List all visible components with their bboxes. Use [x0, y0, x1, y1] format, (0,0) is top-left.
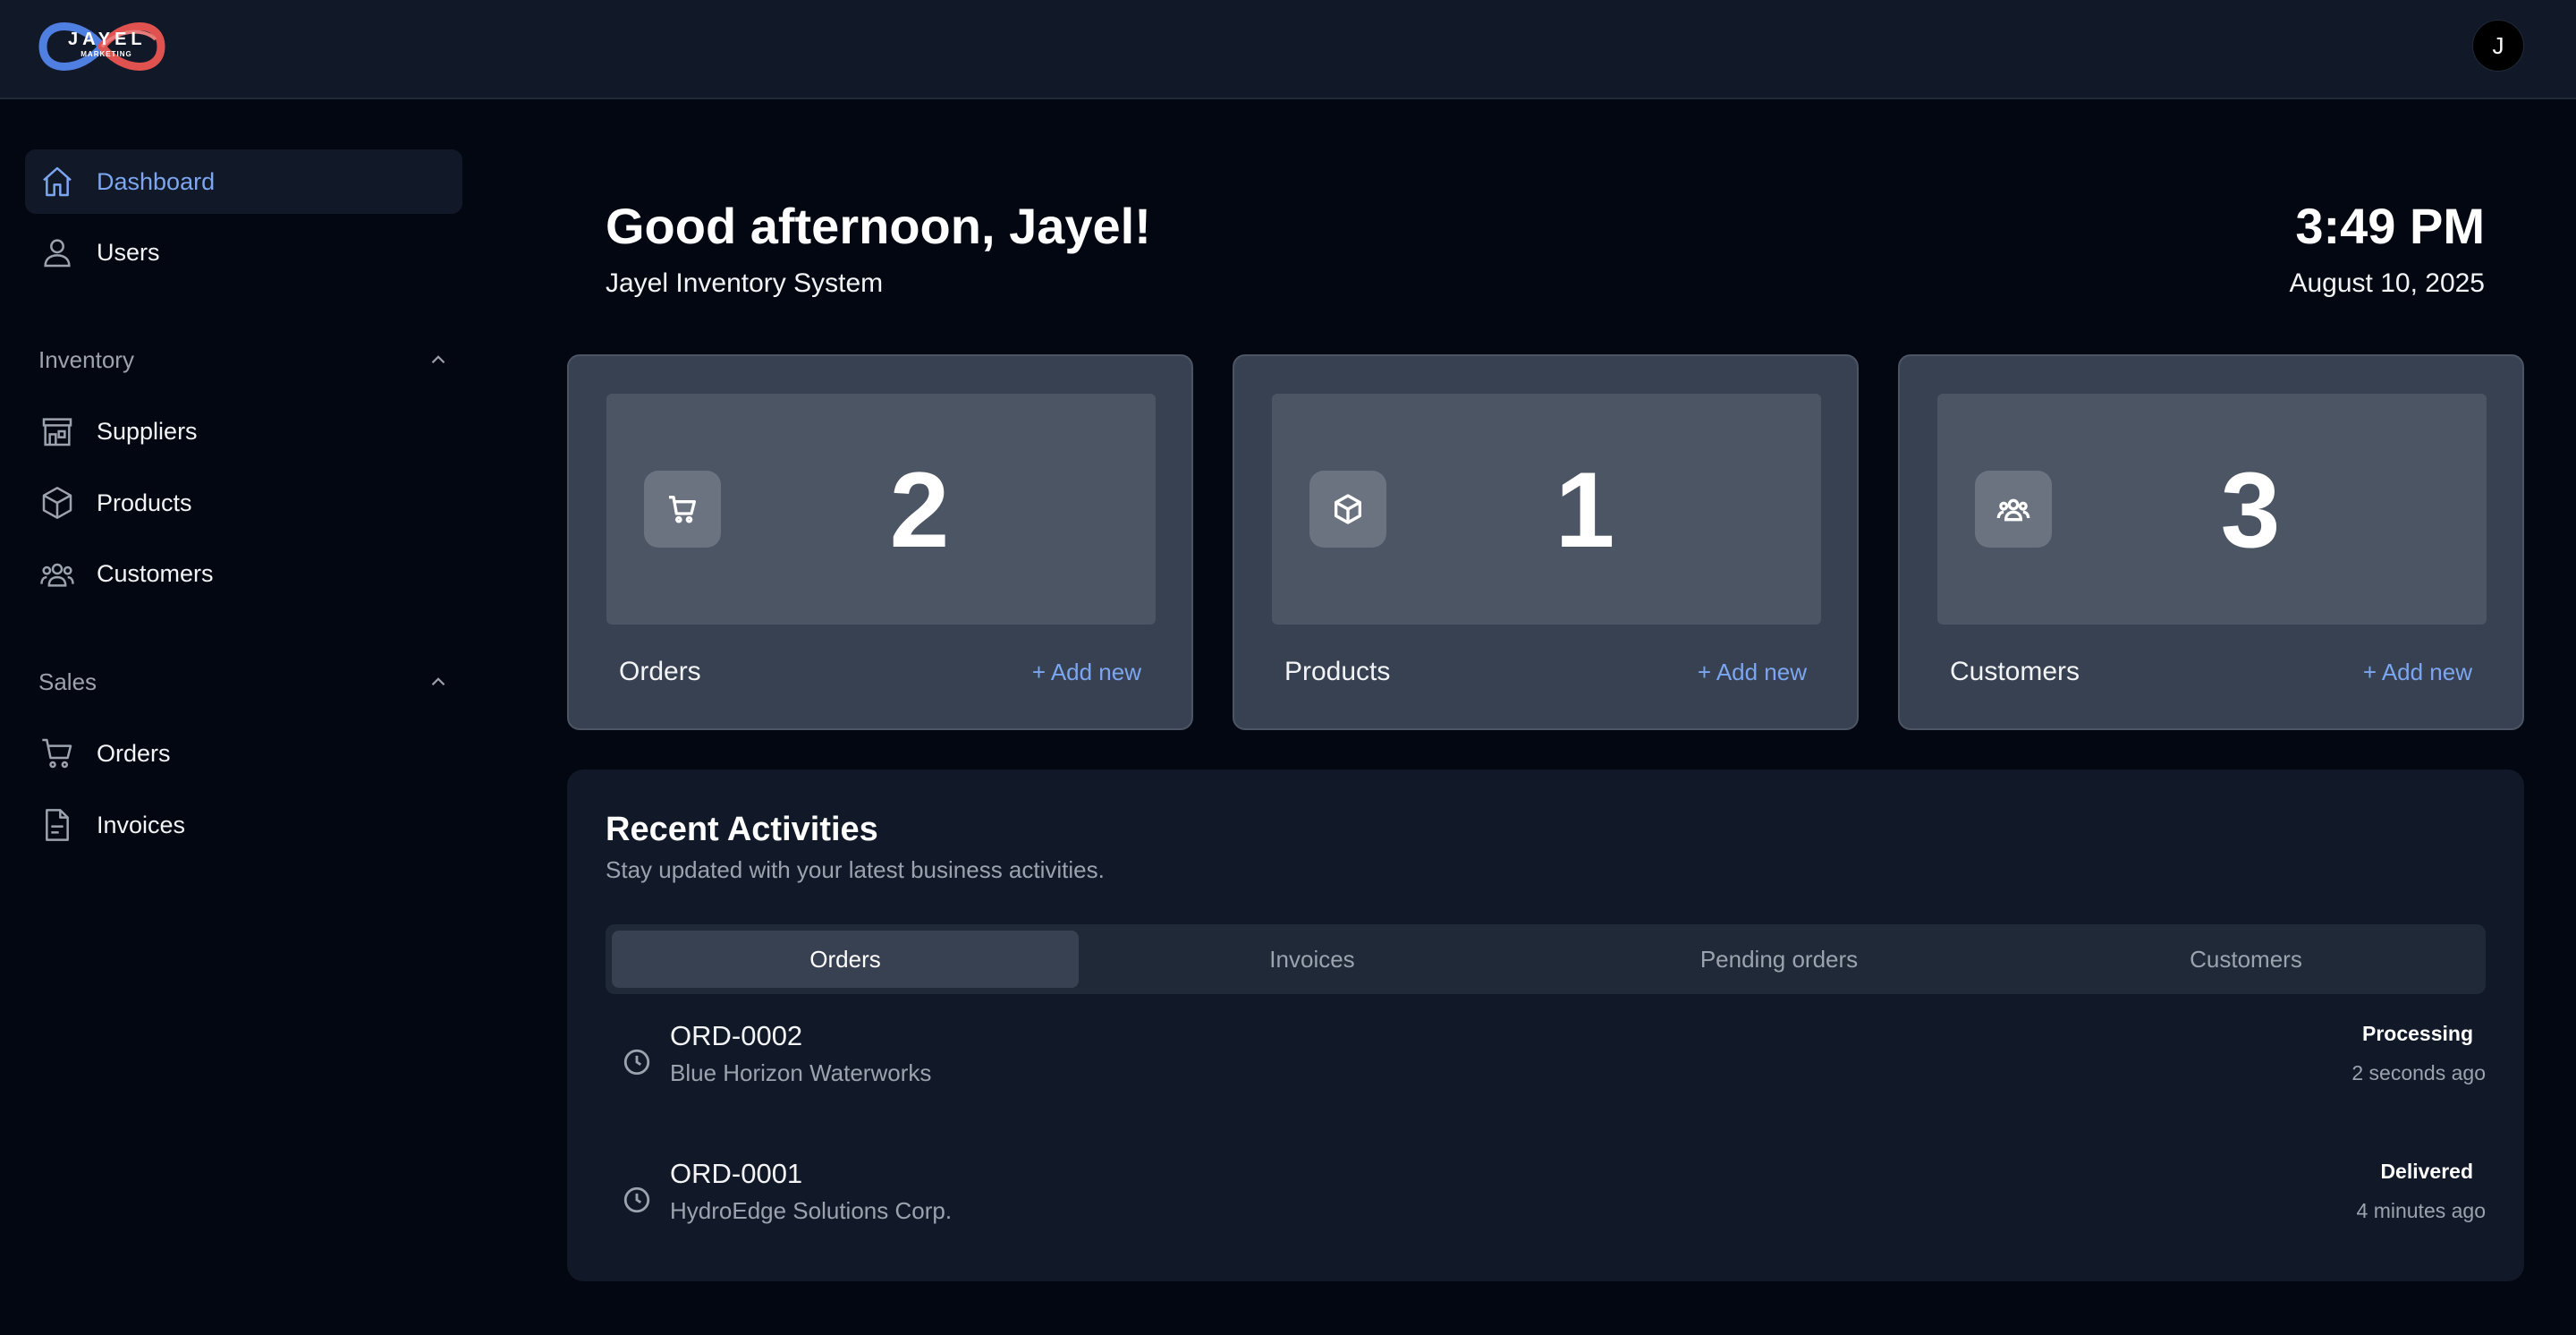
file-icon	[39, 807, 75, 843]
store-icon	[39, 413, 75, 449]
home-icon	[39, 164, 75, 200]
sidebar: Dashboard Users Inventory Suppliers Prod…	[0, 101, 487, 1335]
box-icon	[39, 485, 75, 521]
status-badge: Delivered	[2380, 1160, 2473, 1183]
sidebar-item-orders[interactable]: Orders	[25, 721, 462, 786]
top-bar: JAYEL MARKETING J	[0, 0, 2576, 99]
activity-row[interactable]: ORD-0002 Blue Horizon Waterworks Process…	[606, 1020, 2486, 1127]
section-title: Sales	[38, 668, 97, 695]
sidebar-item-label: Users	[97, 238, 160, 266]
section-toggle-sales[interactable]: Sales	[38, 664, 450, 700]
sidebar-item-customers[interactable]: Customers	[25, 541, 462, 606]
sidebar-item-label: Dashboard	[97, 167, 216, 195]
system-subtitle: Jayel Inventory System	[606, 268, 884, 298]
panel-subtitle: Stay updated with your latest business a…	[606, 856, 1105, 883]
activity-tabs: Orders Invoices Pending orders Customers	[606, 924, 2486, 994]
stat-value: 3	[2220, 450, 2281, 570]
greeting-title: Good afternoon, Jayel!	[606, 198, 1151, 254]
sidebar-item-label: Customers	[97, 559, 214, 587]
activity-time: 2 seconds ago	[2351, 1061, 2486, 1084]
sidebar-item-label: Products	[97, 489, 192, 516]
clock-icon	[623, 1186, 650, 1213]
clock-icon	[623, 1049, 650, 1076]
chevron-up-icon	[431, 355, 445, 364]
sidebar-item-label: Orders	[97, 739, 171, 767]
logo-subtext: MARKETING	[80, 50, 132, 58]
customer-name: Blue Horizon Waterworks	[670, 1059, 932, 1086]
logo-text: JAYEL	[68, 30, 147, 49]
sidebar-item-dashboard[interactable]: Dashboard	[25, 149, 462, 214]
stat-card-orders: 2 Orders + Add new	[567, 354, 1193, 730]
tab-customers[interactable]: Customers	[2012, 931, 2479, 988]
tab-orders[interactable]: Orders	[612, 931, 1079, 988]
activity-row[interactable]: ORD-0001 HydroEdge Solutions Corp. Deliv…	[606, 1158, 2486, 1265]
sidebar-item-products[interactable]: Products	[25, 471, 462, 535]
order-id: ORD-0002	[670, 1020, 803, 1051]
brand-logo[interactable]: JAYEL MARKETING	[36, 14, 168, 79]
stat-value: 1	[1555, 450, 1615, 570]
stat-label: Products	[1284, 657, 1391, 686]
tab-invoices[interactable]: Invoices	[1079, 931, 1546, 988]
add-customer-link[interactable]: + Add new	[2363, 659, 2472, 686]
stat-card-products: 1 Products + Add new	[1233, 354, 1859, 730]
order-id: ORD-0001	[670, 1158, 803, 1189]
user-icon	[39, 234, 75, 270]
add-order-link[interactable]: + Add new	[1032, 659, 1141, 686]
box-icon	[1309, 471, 1386, 548]
users-group-icon	[39, 556, 75, 591]
cart-icon	[644, 471, 721, 548]
status-badge: Processing	[2362, 1022, 2473, 1045]
stat-card-body: 1	[1272, 394, 1821, 625]
stat-value: 2	[889, 450, 950, 570]
chevron-up-icon	[431, 677, 445, 686]
sidebar-item-invoices[interactable]: Invoices	[25, 793, 462, 857]
sidebar-item-label: Invoices	[97, 811, 186, 838]
section-toggle-inventory[interactable]: Inventory	[38, 342, 450, 378]
sidebar-item-label: Suppliers	[97, 417, 198, 445]
add-product-link[interactable]: + Add new	[1698, 659, 1807, 686]
stat-card-body: 3	[1937, 394, 2487, 625]
sidebar-item-suppliers[interactable]: Suppliers	[25, 399, 462, 463]
panel-title: Recent Activities	[606, 811, 878, 848]
current-date: August 10, 2025	[2289, 268, 2485, 298]
current-time: 3:49 PM	[2295, 198, 2485, 254]
stat-label: Orders	[619, 657, 701, 686]
stat-card-customers: 3 Customers + Add new	[1898, 354, 2524, 730]
tab-pending-orders[interactable]: Pending orders	[1546, 931, 2012, 988]
stat-card-body: 2	[606, 394, 1156, 625]
customer-name: HydroEdge Solutions Corp.	[670, 1197, 953, 1224]
cart-icon	[39, 736, 75, 771]
section-title: Inventory	[38, 345, 134, 373]
recent-activities-panel: Recent Activities Stay updated with your…	[567, 770, 2524, 1281]
sidebar-item-users[interactable]: Users	[25, 220, 462, 285]
user-avatar[interactable]: J	[2472, 20, 2524, 72]
stat-label: Customers	[1950, 657, 2080, 686]
users-group-icon	[1975, 471, 2052, 548]
activity-time: 4 minutes ago	[2356, 1199, 2486, 1222]
